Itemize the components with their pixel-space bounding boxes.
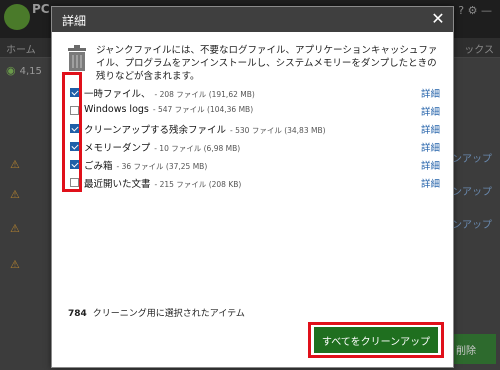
- warning-icon: ⚠: [10, 158, 20, 171]
- app-brand: PC: [32, 2, 50, 16]
- window-controls: ? ⚙ —: [458, 4, 492, 17]
- selected-summary: 784 クリーニング用に選択されたアイテム: [68, 306, 245, 319]
- item-size: - 208 ファイル (191,62 MB): [154, 90, 255, 99]
- checkbox-highlight: [62, 72, 82, 192]
- details-dialog: 詳細 ✕ ジャンクファイルには、不要なログファイル、アプリケーションキャッシュフ…: [51, 6, 454, 368]
- details-link[interactable]: 詳細: [421, 86, 440, 100]
- selected-label: クリーニング用に選択されたアイテム: [92, 309, 245, 319]
- item-name: Windows logs - 547 ファイル (104,36 MB): [84, 104, 253, 115]
- dialog-title: 詳細: [62, 14, 87, 28]
- details-link[interactable]: 詳細: [421, 158, 440, 172]
- close-icon[interactable]: ✕: [429, 9, 447, 29]
- selected-count: 784: [68, 309, 87, 319]
- item-label: クリーンアップする残余ファイル: [84, 125, 227, 136]
- item-label: 最近開いた文書: [84, 179, 151, 190]
- junk-item-row: メモリーダンプ - 10 ファイル (6,98 MB) 詳細: [70, 139, 440, 155]
- bg-clean-link[interactable]: ンアップ: [452, 183, 492, 198]
- junk-item-row: 一時ファイル、 - 208 ファイル (191,62 MB) 詳細: [70, 85, 440, 101]
- item-size: - 36 ファイル (37,25 MB): [116, 162, 208, 171]
- app-logo: [4, 4, 30, 30]
- scan-count: 4,15: [19, 66, 42, 77]
- item-label: ごみ箱: [84, 161, 113, 172]
- details-link[interactable]: 詳細: [421, 104, 440, 118]
- bg-clean-link[interactable]: ンアップ: [452, 216, 492, 231]
- clean-all-button[interactable]: すべてをクリーンアップ: [314, 327, 438, 353]
- details-link[interactable]: 詳細: [421, 176, 440, 190]
- item-size: - 10 ファイル (6,98 MB): [154, 144, 241, 153]
- nav-tools[interactable]: ックス: [464, 41, 494, 56]
- item-size: - 547 ファイル (104,36 MB): [152, 105, 254, 114]
- junk-item-row: クリーンアップする残余ファイル - 530 ファイル (34,83 MB) 詳細: [70, 121, 440, 137]
- item-name: 一時ファイル、 - 208 ファイル (191,62 MB): [84, 86, 255, 100]
- dialog-description: ジャンクファイルには、不要なログファイル、アプリケーションキャッシュファイル、プ…: [96, 45, 438, 82]
- junk-item-row: Windows logs - 547 ファイル (104,36 MB) 詳細: [70, 103, 440, 119]
- junk-item-row: ごみ箱 - 36 ファイル (37,25 MB) 詳細: [70, 157, 440, 173]
- item-size: - 530 ファイル (34,83 MB): [230, 126, 326, 135]
- details-link[interactable]: 詳細: [421, 140, 440, 154]
- item-name: ごみ箱 - 36 ファイル (37,25 MB): [84, 158, 207, 172]
- details-link[interactable]: 詳細: [421, 122, 440, 136]
- dialog-titlebar: 詳細 ✕: [52, 7, 453, 32]
- item-label: メモリーダンプ: [84, 143, 151, 154]
- item-name: メモリーダンプ - 10 ファイル (6,98 MB): [84, 140, 240, 154]
- trash-icon: [68, 45, 86, 71]
- item-name: 最近開いた文書 - 215 ファイル (208 KB): [84, 176, 241, 190]
- item-label: 一時ファイル、: [84, 89, 151, 100]
- warning-icon: ⚠: [10, 258, 20, 271]
- junk-item-row: 最近開いた文書 - 215 ファイル (208 KB) 詳細: [70, 175, 440, 191]
- item-label: Windows logs: [84, 104, 149, 115]
- warning-icon: ⚠: [10, 188, 20, 201]
- eye-icon: ◉ 4,15: [6, 64, 42, 77]
- item-size: - 215 ファイル (208 KB): [154, 180, 242, 189]
- warning-icon: ⚠: [10, 222, 20, 235]
- bg-clean-link[interactable]: ンアップ: [452, 150, 492, 165]
- item-name: クリーンアップする残余ファイル - 530 ファイル (34,83 MB): [84, 122, 326, 136]
- nav-home[interactable]: ホーム: [6, 41, 36, 56]
